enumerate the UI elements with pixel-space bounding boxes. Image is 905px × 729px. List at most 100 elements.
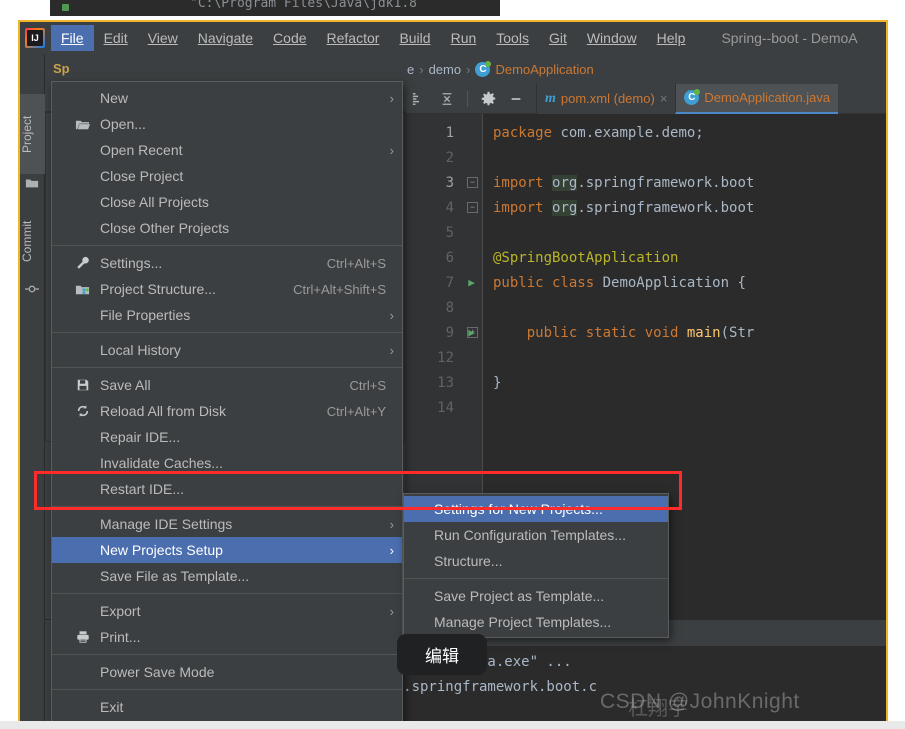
menu-item-label: Restart IDE... xyxy=(100,481,185,497)
file-menu-dropdown[interactable]: New › Open... Open Recent › Close Project Clos… xyxy=(51,81,403,724)
file-menu-item-new-projects-setup[interactable]: New Projects Setup › xyxy=(52,537,402,563)
line-number: 13 xyxy=(437,374,454,391)
menu-item-label: Repair IDE... xyxy=(100,429,181,445)
submenu-item-run-configuration-templates[interactable]: Run Configuration Templates... xyxy=(404,522,668,548)
expand-all-icon[interactable] xyxy=(408,88,430,110)
menu-item-shortcut: Ctrl+S xyxy=(349,377,386,393)
background-window-indicator xyxy=(62,4,69,11)
menu-item-shortcut: Ctrl+Alt+Y xyxy=(326,403,386,419)
code-line[interactable]: 8 xyxy=(405,295,886,320)
menu-item-window[interactable]: Window xyxy=(577,25,647,51)
file-menu-item-exit[interactable]: Exit xyxy=(52,694,402,720)
code-line[interactable]: 14 xyxy=(405,395,886,420)
sidebar-item-project[interactable]: Project xyxy=(20,94,45,174)
menu-item-edit[interactable]: Edit xyxy=(94,25,138,51)
editor-tab-demoapplication-label: DemoApplication.java xyxy=(704,90,831,105)
code-line[interactable]: 3 import org.springframework.boot xyxy=(405,170,886,195)
menu-item-label: Close Other Projects xyxy=(100,220,230,236)
menu-item-label: Settings... xyxy=(100,255,163,271)
chevron-right-icon: › xyxy=(389,516,394,532)
minimize-icon[interactable] xyxy=(505,88,527,110)
close-icon[interactable]: × xyxy=(660,91,668,106)
new-projects-setup-submenu[interactable]: Settings for New Projects... Run Configur… xyxy=(403,493,669,638)
code-line[interactable]: 13} xyxy=(405,370,886,395)
menu-item-shortcut: Ctrl+Alt+Shift+S xyxy=(293,281,386,297)
file-menu-item-invalidate-caches[interactable]: Invalidate Caches... xyxy=(52,450,402,476)
menu-item-git[interactable]: Git xyxy=(539,25,577,51)
code-line[interactable]: 6 @SpringBootApplication xyxy=(405,245,886,270)
collapse-all-icon[interactable] xyxy=(436,88,458,110)
file-menu-item-manage-ide-settings[interactable]: Manage IDE Settings › xyxy=(52,511,402,537)
file-menu-item-open-recent[interactable]: Open Recent › xyxy=(52,137,402,163)
menu-item-run[interactable]: Run xyxy=(441,25,487,51)
menu-label-view: View xyxy=(147,30,178,46)
code-line[interactable]: 9 ▶ public static void main(Str xyxy=(405,320,886,345)
breadcrumb-part-1[interactable]: e xyxy=(407,62,414,77)
file-menu-item-repair-ide[interactable]: Repair IDE... xyxy=(52,424,402,450)
menu-item-build[interactable]: Build xyxy=(389,25,440,51)
code-line[interactable]: 1 package com.example.demo; xyxy=(405,120,886,145)
breadcrumb-part-2[interactable]: demo xyxy=(429,62,462,77)
run-gutter-icon[interactable]: ▶ xyxy=(460,326,483,339)
menu-separator xyxy=(52,654,402,655)
menu-item-tools[interactable]: Tools xyxy=(486,25,539,51)
file-menu-item-save-file-as-template[interactable]: Save File as Template... xyxy=(52,563,402,589)
file-menu-item-close-other-projects[interactable]: Close Other Projects xyxy=(52,215,402,241)
file-menu-item-restart-ide[interactable]: Restart IDE... xyxy=(52,476,402,502)
file-menu-item-print[interactable]: Print... xyxy=(52,624,402,650)
submenu-item-settings-for-new-projects[interactable]: Settings for New Projects... xyxy=(404,496,668,522)
window-title: Spring--boot - DemoA xyxy=(721,30,858,46)
code-line[interactable]: 12 xyxy=(405,345,886,370)
spring-boot-class-icon: C xyxy=(475,60,492,77)
submenu-item-label: Structure... xyxy=(434,553,503,569)
menu-item-navigate[interactable]: Navigate xyxy=(188,25,263,51)
file-menu-item-power-save-mode[interactable]: Power Save Mode xyxy=(52,659,402,685)
menu-label-code: Code xyxy=(273,30,307,46)
file-menu-item-close-all-projects[interactable]: Close All Projects xyxy=(52,189,402,215)
file-menu-item-open[interactable]: Open... xyxy=(52,111,402,137)
menu-item-label: Close All Projects xyxy=(100,194,209,210)
menu-item-help[interactable]: Help xyxy=(647,25,696,51)
menu-item-code[interactable]: Code xyxy=(263,25,316,51)
file-menu-item-reload-all-from-disk[interactable]: Reload All from Disk Ctrl+Alt+Y xyxy=(52,398,402,424)
commit-icon xyxy=(25,282,39,296)
code-line[interactable]: 7 ▶ public class DemoApplication { xyxy=(405,270,886,295)
code-line[interactable]: 5 xyxy=(405,220,886,245)
line-number: 1 xyxy=(445,124,454,141)
menu-separator xyxy=(52,593,402,594)
editor-tab-demoapplication[interactable]: C DemoApplication.java xyxy=(675,83,839,114)
menu-label-run: Run xyxy=(450,30,477,46)
submenu-item-manage-project-templates[interactable]: Manage Project Templates... xyxy=(404,609,668,635)
file-menu-item-local-history[interactable]: Local History › xyxy=(52,337,402,363)
file-menu-item-export[interactable]: Export › xyxy=(52,598,402,624)
intellij-window: File Edit View Navigate Code Refactor Bu… xyxy=(18,20,888,729)
submenu-item-save-project-as-template[interactable]: Save Project as Template... xyxy=(404,583,668,609)
file-menu-item-project-structure[interactable]: Project Structure... Ctrl+Alt+Shift+S xyxy=(52,276,402,302)
menu-item-refactor[interactable]: Refactor xyxy=(317,25,390,51)
code-text: public class DemoApplication { xyxy=(493,274,746,291)
code-line[interactable]: 2 xyxy=(405,145,886,170)
run-gutter-icon[interactable]: ▶ xyxy=(460,276,483,289)
gear-icon[interactable] xyxy=(477,88,499,110)
file-menu-item-new[interactable]: New › xyxy=(52,85,402,111)
file-menu-item-save-all[interactable]: Save All Ctrl+S xyxy=(52,372,402,398)
sidebar-item-commit[interactable]: Commit xyxy=(20,202,45,280)
file-menu-item-close-project[interactable]: Close Project xyxy=(52,163,402,189)
code-line[interactable]: 4 import org.springframework.boot xyxy=(405,195,886,220)
file-menu-item-settings[interactable]: Settings... Ctrl+Alt+S xyxy=(52,250,402,276)
menu-label-tools: Tools xyxy=(496,30,529,46)
line-number: 14 xyxy=(437,399,454,416)
line-number: 9 xyxy=(445,324,454,341)
menu-item-view[interactable]: View xyxy=(138,25,188,51)
maven-icon: m xyxy=(545,90,556,106)
line-number: 7 xyxy=(445,274,454,291)
menu-label-help: Help xyxy=(656,30,686,46)
sidebar-item-commit-label: Commit xyxy=(20,220,34,262)
submenu-item-structure[interactable]: Structure... xyxy=(404,548,668,574)
submenu-item-label: Settings for New Projects... xyxy=(434,501,603,517)
chevron-right-icon: › xyxy=(389,307,394,323)
breadcrumb-class-name[interactable]: DemoApplication xyxy=(495,62,593,77)
editor-tab-pom[interactable]: m pom.xml (demo) × xyxy=(536,83,676,114)
menu-item-file[interactable]: File xyxy=(51,25,94,51)
file-menu-item-file-properties[interactable]: File Properties › xyxy=(52,302,402,328)
